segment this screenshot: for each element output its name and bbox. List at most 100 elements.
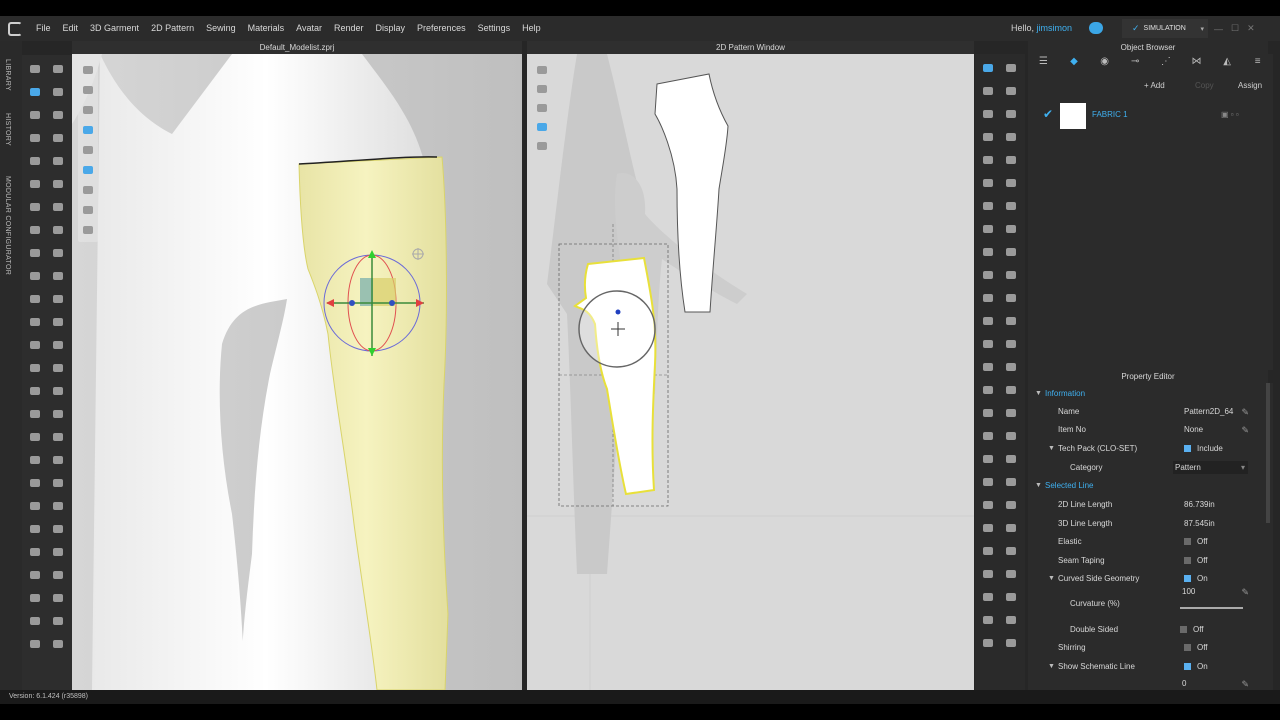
tool-icon[interactable] [535, 64, 549, 76]
menu-preferences[interactable]: Preferences [411, 16, 472, 41]
collapse-icon[interactable]: ▼ [1048, 658, 1055, 676]
tool-icon[interactable] [81, 64, 95, 76]
tool-icon[interactable] [28, 638, 42, 650]
add-button[interactable]: + Add [1144, 81, 1165, 90]
tool-icon[interactable] [981, 200, 995, 212]
tool-icon[interactable] [1004, 315, 1018, 327]
menu-help[interactable]: Help [516, 16, 547, 41]
more-icon[interactable]: ≡ [1242, 56, 1273, 67]
tool-icon[interactable] [1004, 430, 1018, 442]
tool-icon[interactable] [51, 247, 65, 259]
pencil-icon[interactable]: ✎ [1241, 421, 1249, 439]
tool-icon[interactable] [981, 177, 995, 189]
close-icon[interactable]: ✕ [1247, 23, 1255, 34]
tool-icon[interactable] [28, 63, 42, 75]
line-2d-value[interactable]: 86.739in [1184, 496, 1215, 514]
mode-selector[interactable]: ✓ SIMULATION ▾ [1122, 19, 1208, 38]
copy-button[interactable]: Copy [1195, 81, 1214, 90]
tool-icon[interactable] [1004, 269, 1018, 281]
user-greeting[interactable]: Hello, jimsimon [1011, 16, 1072, 41]
tool-icon[interactable] [981, 614, 995, 626]
tool-icon[interactable] [51, 592, 65, 604]
tool-icon[interactable] [981, 545, 995, 557]
menu-file[interactable]: File [30, 16, 57, 41]
shirring-toggle[interactable]: Off [1184, 639, 1208, 657]
trim-icon[interactable]: ◭ [1212, 56, 1243, 67]
button-icon[interactable]: ◉ [1089, 56, 1120, 67]
tool-icon[interactable] [28, 201, 42, 213]
name-field[interactable]: Pattern2D_64 [1184, 403, 1233, 421]
pencil-icon[interactable]: ✎ [1241, 403, 1249, 421]
tool-icon[interactable] [1004, 177, 1018, 189]
tool-icon[interactable] [51, 500, 65, 512]
tool-icon[interactable] [51, 132, 65, 144]
tool-icon[interactable] [51, 523, 65, 535]
tool-icon[interactable] [981, 407, 995, 419]
tool-icon[interactable] [81, 124, 95, 136]
tool-icon[interactable] [1004, 223, 1018, 235]
tool-icon[interactable] [981, 430, 995, 442]
tool-icon[interactable] [28, 293, 42, 305]
tool-icon[interactable] [51, 477, 65, 489]
assign-button[interactable]: Assign [1238, 81, 1262, 90]
tool-icon[interactable] [1004, 499, 1018, 511]
selected-line-section[interactable]: ▼ Selected Line [1028, 477, 1273, 495]
pencil-icon[interactable]: ✎ [1241, 583, 1249, 601]
tool-icon[interactable] [981, 223, 995, 235]
tool-icon[interactable] [81, 164, 95, 176]
menu-render[interactable]: Render [328, 16, 370, 41]
tool-icon[interactable] [81, 204, 95, 216]
topstitch-icon[interactable]: ⋰ [1151, 56, 1182, 67]
tool-icon[interactable] [1004, 545, 1018, 557]
tool-icon[interactable] [51, 109, 65, 121]
tool-icon[interactable] [535, 83, 549, 95]
tool-icon[interactable] [981, 568, 995, 580]
tool-icon[interactable] [28, 178, 42, 190]
tool-icon[interactable] [28, 592, 42, 604]
tool-icon[interactable] [51, 270, 65, 282]
double-sided-toggle[interactable]: Off [1180, 621, 1204, 639]
tool-icon[interactable] [28, 615, 42, 627]
tool-icon[interactable] [28, 454, 42, 466]
tool-icon[interactable] [981, 108, 995, 120]
2d-pattern-scene[interactable] [527, 54, 974, 690]
checkmark-icon[interactable]: ✔ [1043, 107, 1053, 121]
tool-icon[interactable] [981, 637, 995, 649]
minimize-icon[interactable]: — [1214, 24, 1223, 34]
tab-history[interactable]: HISTORY [4, 113, 11, 146]
menu-sewing[interactable]: Sewing [200, 16, 242, 41]
menu-settings[interactable]: Settings [472, 16, 517, 41]
tool-icon[interactable] [1004, 200, 1018, 212]
tool-icon[interactable] [51, 454, 65, 466]
tool-icon[interactable] [1004, 591, 1018, 603]
tool-icon[interactable] [28, 86, 42, 98]
tool-icon[interactable] [28, 431, 42, 443]
tool-icon[interactable] [1004, 614, 1018, 626]
zipper-icon[interactable]: ⋈ [1181, 56, 1212, 67]
tool-icon[interactable] [28, 132, 42, 144]
tech-pack-toggle[interactable]: Include [1184, 440, 1223, 458]
tool-icon[interactable] [981, 269, 995, 281]
tool-icon[interactable] [81, 224, 95, 236]
collapse-icon[interactable]: ▼ [1048, 570, 1055, 588]
fabric-list-item[interactable]: ✔ FABRIC 1 ▣ ▫ ▫ [1028, 102, 1273, 132]
tool-icon[interactable] [1004, 637, 1018, 649]
tool-icon[interactable] [981, 154, 995, 166]
menu-3d-garment[interactable]: 3D Garment [84, 16, 145, 41]
tool-icon[interactable] [1004, 522, 1018, 534]
tool-icon[interactable] [1004, 453, 1018, 465]
tool-icon[interactable] [1004, 292, 1018, 304]
tool-icon[interactable] [81, 144, 95, 156]
scrollbar[interactable] [1266, 383, 1270, 523]
tool-icon[interactable] [51, 385, 65, 397]
tool-icon[interactable] [51, 293, 65, 305]
maximize-icon[interactable]: ☐ [1231, 23, 1239, 34]
item-no-field[interactable]: None [1184, 421, 1203, 439]
tab-modular-configurator[interactable]: MODULAR CONFIGURATOR [4, 176, 11, 275]
tool-icon[interactable] [981, 499, 995, 511]
tool-icon[interactable] [1004, 338, 1018, 350]
tool-icon[interactable] [81, 84, 95, 96]
tool-icon[interactable] [981, 361, 995, 373]
tool-icon[interactable] [28, 500, 42, 512]
list-icon[interactable]: ☰ [1028, 56, 1059, 67]
